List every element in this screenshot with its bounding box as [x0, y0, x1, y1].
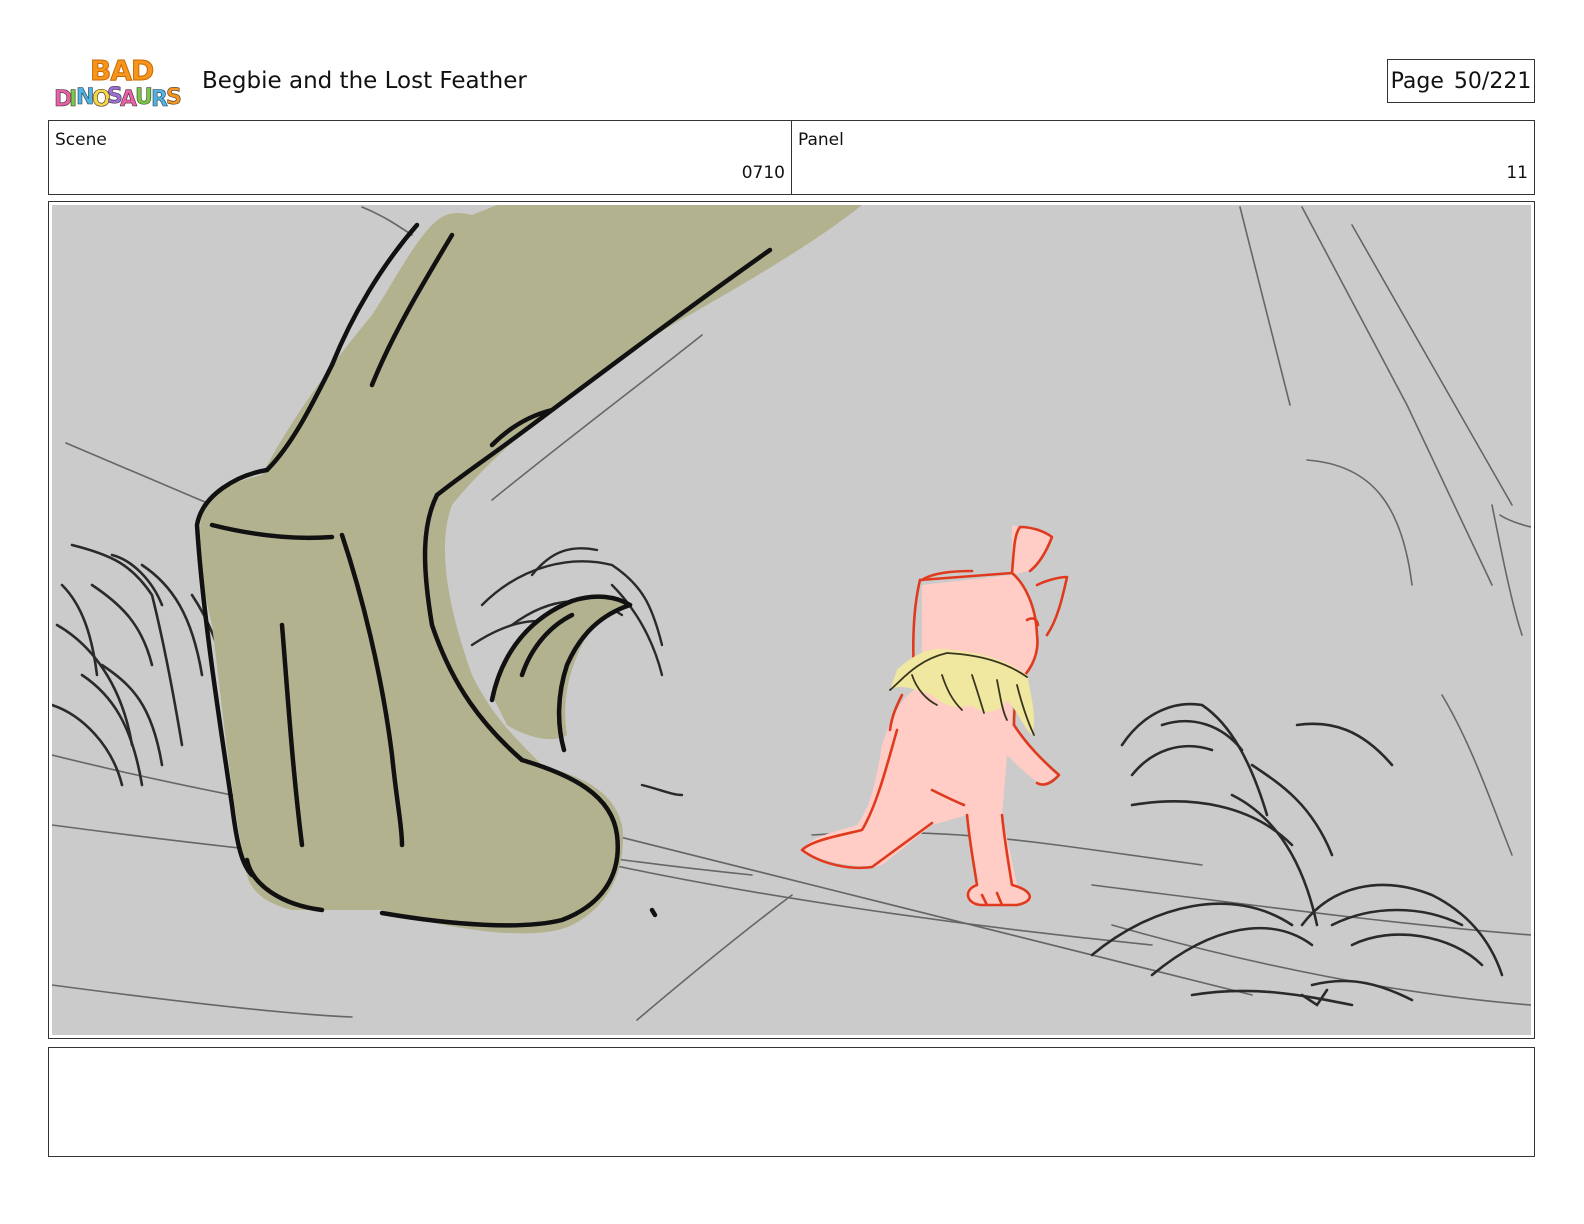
logo-line1: BAD: [90, 54, 153, 87]
page-indicator: Page 50/221: [1387, 59, 1535, 103]
page-value: 50/221: [1453, 68, 1532, 94]
storyboard-panel: [48, 201, 1535, 1039]
giant-dinosaur-leg: [194, 205, 863, 934]
right-plant-sketch: [1090, 702, 1504, 1007]
bad-dinosaurs-logo: BAD D I N O S A U R S: [54, 54, 184, 113]
panel-notes-box: [48, 1047, 1535, 1157]
page-header: BAD D I N O S A U R S Begbie and the Los…: [0, 0, 1584, 118]
small-pink-dinosaur: [800, 525, 1069, 907]
page-label: Page: [1390, 68, 1444, 94]
panel-cell: Panel 11: [791, 121, 1534, 194]
svg-text:S: S: [166, 85, 182, 110]
scene-value: 0710: [741, 163, 785, 183]
panel-label: Panel: [798, 130, 844, 150]
scene-panel-info: Scene 0710 Panel 11: [48, 120, 1535, 195]
scene-label: Scene: [55, 130, 107, 150]
panel-illustration: [52, 205, 1531, 1035]
scene-cell: Scene 0710: [49, 121, 791, 194]
storyboard-title: Begbie and the Lost Feather: [202, 68, 527, 94]
panel-value: 11: [1506, 163, 1528, 183]
